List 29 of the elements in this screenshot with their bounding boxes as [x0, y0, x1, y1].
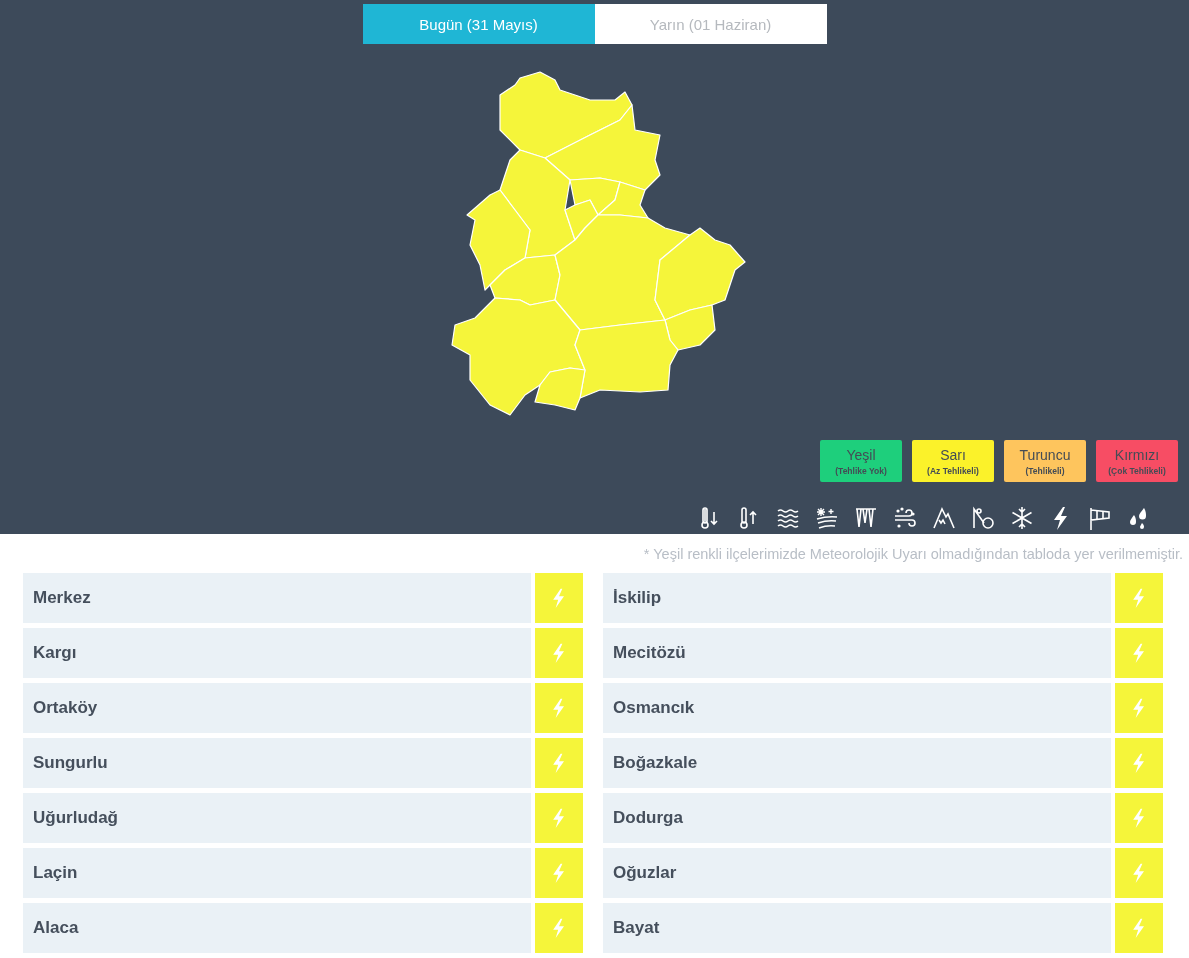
- district-name: Sungurlu: [23, 738, 531, 788]
- snowflake-icon[interactable]: [1010, 506, 1034, 530]
- district-name: Mecitözü: [603, 628, 1111, 678]
- district-name: Boğazkale: [603, 738, 1111, 788]
- icicles-icon[interactable]: [854, 506, 878, 530]
- district-name: Dodurga: [603, 793, 1111, 843]
- district-name: Uğurludağ: [23, 793, 531, 843]
- legend-chip: Turuncu (Tehlikeli): [1004, 440, 1086, 482]
- district-name: Ortaköy: [23, 683, 531, 733]
- district-name: Laçin: [23, 848, 531, 898]
- day-tab[interactable]: Bugün (31 Mayıs): [362, 4, 595, 44]
- district-name: Oğuzlar: [603, 848, 1111, 898]
- snow-slope-icon[interactable]: [815, 506, 839, 530]
- district-name: Alaca: [23, 903, 531, 953]
- wind-dust-icon[interactable]: [893, 506, 917, 530]
- waves-icon[interactable]: [776, 506, 800, 530]
- windsock-icon[interactable]: [1088, 506, 1112, 530]
- district-name: Kargı: [23, 628, 531, 678]
- day-tab[interactable]: Yarın (01 Haziran): [594, 4, 827, 44]
- legend-chip: Kırmızı (Çok Tehlikeli): [1096, 440, 1178, 482]
- legend-chip: Sarı (Az Tehlikeli): [912, 440, 994, 482]
- legend-chip: Yeşil (Tehlike Yok): [820, 440, 902, 482]
- rockfall-icon[interactable]: [971, 506, 995, 530]
- district-name: İskilip: [603, 573, 1111, 623]
- district-name: Osmancık: [603, 683, 1111, 733]
- district-name: Merkez: [23, 573, 531, 623]
- footnote: * Yeşil renkli ilçelerimizde Meteorolojik Uyarı olmadığından tabloda yer verilmemiştir.: [642, 545, 1184, 561]
- district-name: Bayat: [603, 903, 1111, 953]
- mountain-icon[interactable]: [932, 506, 956, 530]
